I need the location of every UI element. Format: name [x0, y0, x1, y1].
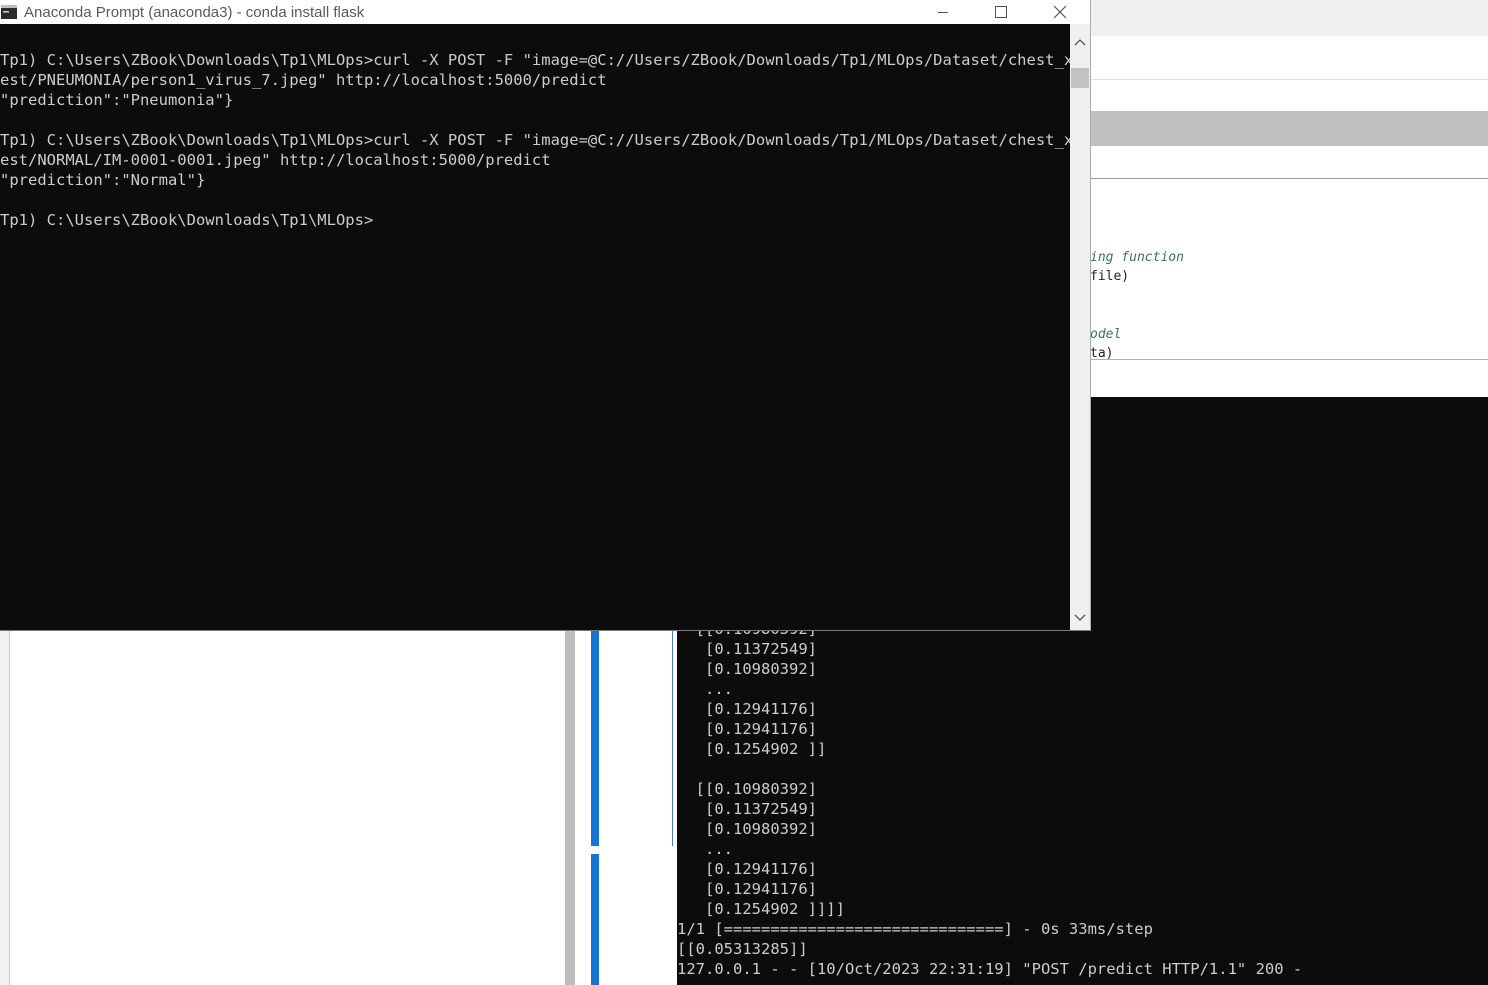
server-log-line: ... — [677, 680, 733, 698]
minimize-button[interactable] — [920, 0, 966, 24]
close-button[interactable] — [1037, 0, 1083, 24]
server-log-line: ... — [677, 840, 733, 858]
chevron-down-icon — [1074, 614, 1086, 621]
server-log-line: [0.12941176] — [677, 860, 817, 878]
server-log-line: [0.12941176] — [677, 720, 817, 738]
server-log-line: [0.1254902 ]] — [677, 740, 827, 758]
code-comment: ing function — [1090, 250, 1184, 265]
server-output: [[0.10980392] [0.11372549] [0.10980392] … — [677, 619, 1302, 979]
console-output[interactable]: Tp1) C:\Users\ZBook\Downloads\Tp1\MLOps>… — [0, 50, 1091, 230]
scrollbar-thumb[interactable] — [1071, 68, 1089, 88]
maximize-icon — [995, 6, 1007, 18]
window-titlebar[interactable]: Anaconda Prompt (anaconda3) - conda inst… — [0, 0, 1090, 24]
left-panel-background — [0, 630, 575, 985]
server-log-line: [[0.10980392] — [677, 780, 817, 798]
server-log-line: 1/1 [==============================] - 0… — [677, 920, 1153, 938]
panel-edge — [0, 630, 10, 985]
console-app-icon — [1, 5, 17, 19]
server-log-line — [677, 759, 1302, 779]
scroll-down-button[interactable] — [1070, 608, 1090, 628]
editor-divider — [1090, 79, 1488, 80]
editor-tab-bar — [1090, 111, 1488, 146]
close-icon — [1053, 5, 1067, 19]
server-log-line: [0.10980392] — [677, 820, 817, 838]
window-title: Anaconda Prompt (anaconda3) - conda inst… — [24, 4, 365, 21]
console-line: Tp1) C:\Users\ZBook\Downloads\Tp1\MLOps> — [0, 211, 374, 229]
code-line: file) — [1090, 269, 1130, 284]
server-log-line: [0.1254902 ]]]] — [677, 900, 845, 918]
anaconda-prompt-window[interactable]: Anaconda Prompt (anaconda3) - conda inst… — [0, 0, 1091, 631]
console-line: est/NORMAL/IM-0001-0001.jpeg" http://loc… — [0, 151, 551, 169]
vertical-scrollbar[interactable] — [1070, 24, 1090, 630]
server-log-line: [0.12941176] — [677, 880, 817, 898]
editor-window-background: ing function file) odel ta) — [1090, 0, 1488, 397]
server-log-line: [0.12941176] — [677, 700, 817, 718]
chevron-up-icon — [1074, 39, 1086, 46]
panel-scrollbar[interactable] — [565, 630, 575, 985]
server-log-line: [0.11372549] — [677, 640, 817, 658]
server-log-line: [0.10980392] — [677, 660, 817, 678]
server-log-line: [0.11372549] — [677, 800, 817, 818]
console-line: "prediction":"Pneumonia"} — [0, 91, 234, 109]
focus-border — [672, 630, 673, 846]
console-line: Tp1) C:\Users\ZBook\Downloads\Tp1\MLOps>… — [0, 131, 1091, 149]
activity-indicator — [591, 630, 599, 846]
editor-divider — [1090, 178, 1488, 179]
maximize-button[interactable] — [978, 0, 1024, 24]
scroll-up-button[interactable] — [1070, 32, 1090, 52]
code-comment: odel — [1090, 327, 1122, 342]
editor-toolbar — [1090, 0, 1488, 36]
console-line: est/PNEUMONIA/person1_virus_7.jpeg" http… — [0, 71, 607, 89]
activity-indicator — [591, 854, 599, 985]
console-line: "prediction":"Normal"} — [0, 171, 206, 189]
server-log-line: [[0.05313285]] — [677, 940, 808, 958]
server-log-line: 127.0.0.1 - - [10/Oct/2023 22:31:19] "PO… — [677, 960, 1303, 978]
editor-splitter[interactable] — [1090, 359, 1488, 360]
minimize-icon — [938, 12, 948, 13]
console-line: Tp1) C:\Users\ZBook\Downloads\Tp1\MLOps>… — [0, 51, 1091, 69]
